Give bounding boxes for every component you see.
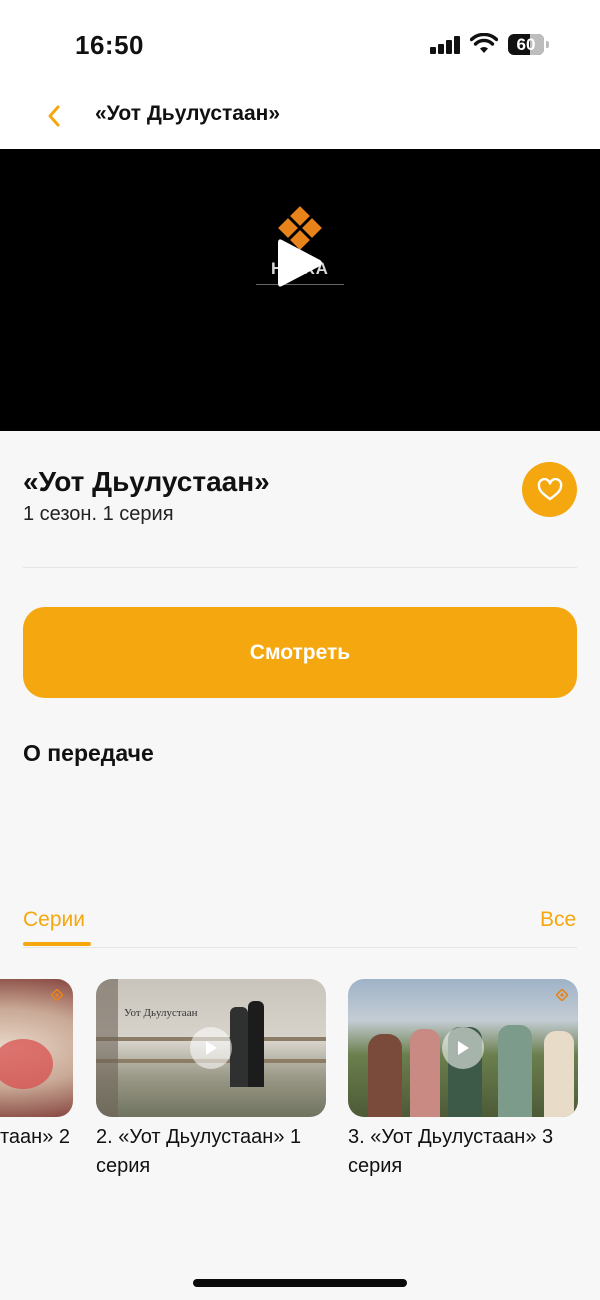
tab-series[interactable]: Серии (23, 908, 85, 932)
heart-icon (537, 477, 562, 500)
channel-badge-icon (51, 989, 63, 1001)
home-indicator (193, 1279, 407, 1287)
battery-level: 60 (516, 35, 536, 54)
play-icon (206, 1041, 217, 1055)
favorite-button[interactable] (522, 462, 577, 517)
play-icon[interactable] (276, 236, 324, 290)
episodes-carousel[interactable]: таан» 2 Уот Дьулустаан 2. «Уот Дьулустаа… (0, 979, 600, 1189)
show-subtitle: 1 сезон. 1 серия (23, 503, 174, 525)
nav-bar: «Уот Дьулустаан» (0, 90, 600, 149)
wifi-icon (470, 33, 498, 53)
episode-thumbnail: Уот Дьулустаан (96, 979, 326, 1117)
show-title: «Уот Дьулустаан» (23, 466, 270, 497)
episode-card[interactable]: 3. «Уот Дьулустаан» 3 серия (348, 979, 578, 1181)
episode-thumbnail (0, 979, 73, 1117)
back-button[interactable] (36, 98, 72, 134)
status-time: 16:50 (75, 30, 144, 60)
video-player[interactable]: НВ ХА (0, 149, 600, 431)
episode-thumbnail (348, 979, 578, 1117)
chevron-left-icon (48, 105, 60, 127)
signal-icon (430, 36, 462, 54)
watch-button[interactable]: Смотреть (23, 607, 577, 698)
nav-title: «Уот Дьулустаан» (95, 102, 281, 125)
episode-card[interactable]: таан» 2 (0, 979, 73, 1152)
episode-title: 3. «Уот Дьулустаан» 3 серия (348, 1126, 554, 1177)
about-title: О передаче (23, 740, 154, 766)
status-bar: 16:50 60 (0, 0, 600, 90)
thumb-caption: Уот Дьулустаан (124, 1007, 198, 1019)
episode-card[interactable]: Уот Дьулустаан 2. «Уот Дьулустаан» 1 сер… (96, 979, 326, 1181)
see-all-link[interactable]: Все (540, 908, 576, 932)
episode-play-button[interactable] (190, 1027, 232, 1069)
tabs-divider (23, 947, 577, 948)
episode-play-button[interactable] (442, 1027, 484, 1069)
tab-series-underline (23, 942, 91, 946)
battery-cap (546, 41, 549, 48)
episode-title: таан» 2 (0, 1126, 71, 1148)
battery-icon: 60 (508, 34, 544, 55)
play-icon (458, 1041, 469, 1055)
show-info: «Уот Дьулустаан» 1 сезон. 1 серия (23, 465, 577, 526)
channel-badge-icon (556, 989, 568, 1001)
episode-title: 2. «Уот Дьулустаан» 1 серия (96, 1126, 302, 1177)
divider (23, 567, 577, 568)
